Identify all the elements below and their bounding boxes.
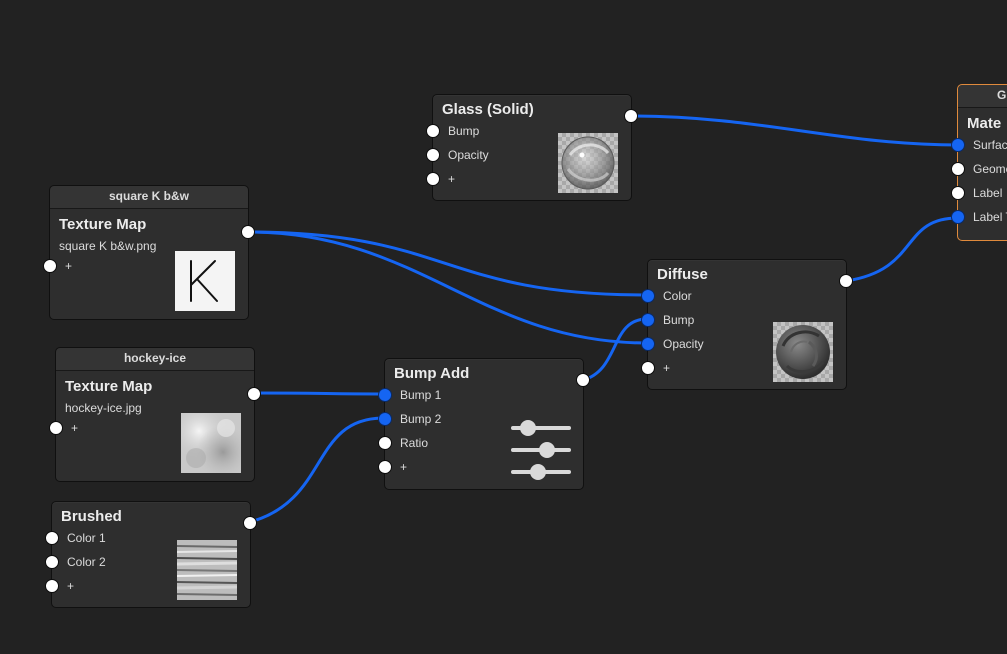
port-label-color: Color xyxy=(663,289,692,303)
port-label-surface: Surfac xyxy=(973,138,1007,152)
input-port-label-t[interactable] xyxy=(951,210,965,224)
port-label-add: + xyxy=(448,172,456,186)
node-title: Glass (Solid) xyxy=(442,101,534,118)
input-port-color-2[interactable] xyxy=(45,555,59,569)
texture-filename: hockey-ice.jpg xyxy=(65,401,142,415)
input-port-bump-2[interactable] xyxy=(378,412,392,426)
port-label-add: + xyxy=(65,259,73,273)
wire-bumpadd-to-diffuse-bump[interactable] xyxy=(581,317,649,382)
texture-preview-image xyxy=(181,413,241,473)
brushed-preview-image xyxy=(177,540,237,600)
port-label-bump-2: Bump 2 xyxy=(400,412,442,426)
input-port-opacity[interactable] xyxy=(426,148,440,162)
ratio-slider[interactable] xyxy=(511,442,571,458)
port-label-color-1: Color 1 xyxy=(67,531,106,545)
port-label-add: + xyxy=(71,421,79,435)
port-label-label-t: Label T xyxy=(973,210,1007,224)
diffuse-sphere-preview-image xyxy=(773,322,833,382)
texture-map-node-square-k[interactable]: square K b&w Texture Map square K b&w.pn… xyxy=(43,185,255,320)
slider-knob[interactable] xyxy=(520,420,536,436)
node-header: square K b&w xyxy=(50,186,248,209)
input-port-bump[interactable] xyxy=(426,124,440,138)
input-port-bump[interactable] xyxy=(641,313,655,327)
input-port-label[interactable] xyxy=(951,186,965,200)
input-port-add[interactable] xyxy=(641,361,655,375)
material-node[interactable]: G Mate Surfac Geome Label Label T xyxy=(951,84,1007,241)
node-title: Texture Map xyxy=(65,378,153,395)
port-label-color-2: Color 2 xyxy=(67,555,106,569)
glass-sphere-preview-image xyxy=(558,133,618,193)
port-label-add: + xyxy=(663,361,671,375)
port-label-add: + xyxy=(67,579,75,593)
sliders-icon xyxy=(511,420,573,480)
input-port-opacity[interactable] xyxy=(641,337,655,351)
node-title: Diffuse xyxy=(657,266,708,283)
slider-knob[interactable] xyxy=(539,442,555,458)
output-port[interactable] xyxy=(241,225,255,239)
port-label-opacity: Opacity xyxy=(663,337,704,351)
port-label-opacity: Opacity xyxy=(448,148,489,162)
output-port[interactable] xyxy=(247,387,261,401)
node-header: G xyxy=(958,85,1007,108)
input-port-geometry[interactable] xyxy=(951,162,965,176)
port-label-label: Label xyxy=(973,186,1003,200)
output-port[interactable] xyxy=(243,516,257,530)
port-label-ratio: Ratio xyxy=(400,436,429,450)
output-port[interactable] xyxy=(839,274,853,288)
node-title: Mate xyxy=(967,115,1002,132)
ratio-slider[interactable] xyxy=(511,464,571,480)
node-header: hockey-ice xyxy=(56,348,254,371)
input-port-add[interactable] xyxy=(49,421,63,435)
input-port-add[interactable] xyxy=(43,259,57,273)
input-port-bump-1[interactable] xyxy=(378,388,392,402)
input-port-ratio[interactable] xyxy=(378,436,392,450)
texture-preview-image xyxy=(175,251,235,311)
wire-squarek-to-diffuse-opacity[interactable] xyxy=(246,230,649,345)
glass-solid-node[interactable]: Glass (Solid) Bump Opacity + xyxy=(426,94,638,201)
output-port[interactable] xyxy=(576,373,590,387)
slider-knob[interactable] xyxy=(530,464,546,480)
wire-brushed-to-bumpadd-bump2[interactable] xyxy=(248,416,386,524)
diffuse-node[interactable]: Diffuse Color Bump Opacity + xyxy=(641,259,853,390)
port-label-geometry: Geome xyxy=(973,162,1007,176)
texture-filename: square K b&w.png xyxy=(59,239,157,253)
output-port[interactable] xyxy=(624,109,638,123)
node-title: Brushed xyxy=(61,508,122,525)
port-label-bump-1: Bump 1 xyxy=(400,388,442,402)
wire-glass-to-material-surface[interactable] xyxy=(629,114,960,147)
input-port-add[interactable] xyxy=(426,172,440,186)
input-port-color-1[interactable] xyxy=(45,531,59,545)
wire-diffuse-to-material-label-t[interactable] xyxy=(844,216,960,283)
brushed-node[interactable]: Brushed Color 1 Color 2 + xyxy=(45,501,257,608)
port-label-bump: Bump xyxy=(448,124,480,138)
input-port-add[interactable] xyxy=(378,460,392,474)
input-port-color[interactable] xyxy=(641,289,655,303)
ratio-slider[interactable] xyxy=(511,420,571,436)
port-label-add: + xyxy=(400,460,408,474)
input-port-add[interactable] xyxy=(45,579,59,593)
input-port-surface[interactable] xyxy=(951,138,965,152)
port-label-bump: Bump xyxy=(663,313,695,327)
bump-add-node[interactable]: Bump Add Bump 1 Bump 2 Ratio + xyxy=(378,358,590,490)
node-title: Texture Map xyxy=(59,216,147,233)
wire-hockey-to-bumpadd-bump1[interactable] xyxy=(252,391,386,396)
node-title: Bump Add xyxy=(394,365,470,382)
texture-map-node-hockey-ice[interactable]: hockey-ice Texture Map hockey-ice.jpg + xyxy=(49,347,261,482)
